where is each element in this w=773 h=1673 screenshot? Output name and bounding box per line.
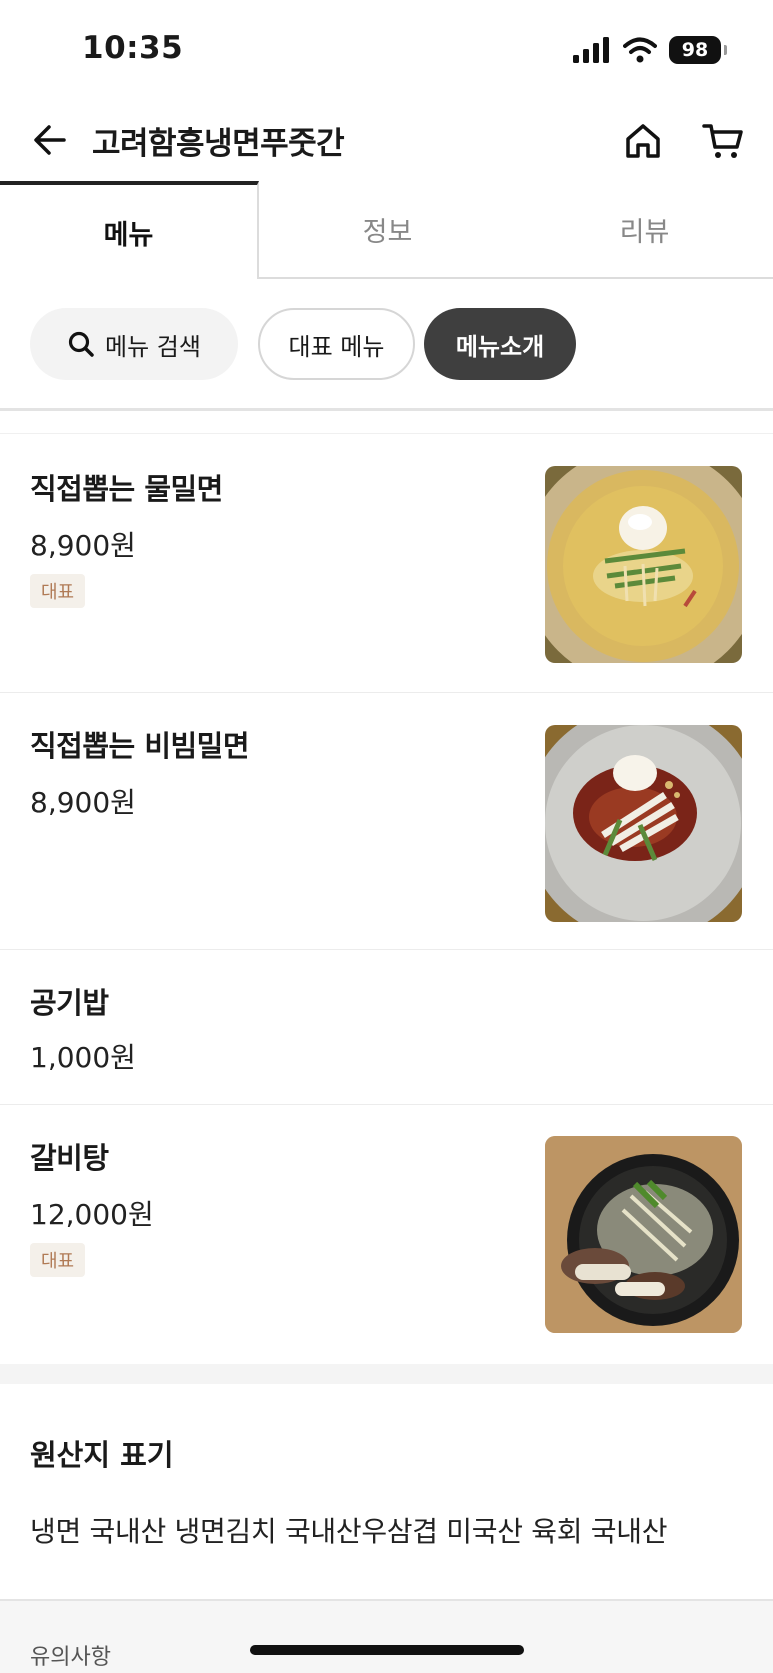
origin-text: 냉면 국내산 냉면김치 국내산우삼겹 미국산 육회 국내산: [30, 1515, 668, 1548]
menu-item-name: 직접뽑는 물밀면: [30, 472, 223, 506]
cart-button[interactable]: [698, 116, 748, 166]
menu-item[interactable]: 공기밥 1,000원: [0, 950, 773, 1105]
chip-representative-menu[interactable]: 대표 메뉴: [258, 308, 415, 380]
status-time: 10:35: [82, 30, 184, 66]
menu-item-price: 1,000원: [30, 1041, 136, 1074]
notice-label: 유의사항: [30, 1645, 111, 1670]
menu-item-name: 직접뽑는 비빔밀면: [30, 729, 250, 763]
menu-item-name: 공기밥: [30, 986, 109, 1020]
header: 고려함흥냉면푸줏간: [0, 100, 773, 180]
chip-menu-intro[interactable]: 메뉴소개: [424, 308, 576, 380]
status-bar: 10:35 98: [0, 0, 773, 100]
search-icon: [68, 331, 94, 357]
home-icon: [626, 124, 660, 158]
menu-item[interactable]: 갈비탕 12,000원 대표: [0, 1105, 773, 1364]
representative-badge: 대표: [30, 1243, 86, 1277]
tab-menu[interactable]: 메뉴: [0, 181, 259, 279]
menu-item-price: 8,900원: [30, 786, 136, 819]
menu-item-photo: [545, 1136, 742, 1333]
back-button[interactable]: [26, 116, 74, 164]
menu-item[interactable]: 직접뽑는 비빔밀면 8,900원: [0, 693, 773, 950]
home-indicator: [250, 1645, 524, 1655]
store-title: 고려함흥냉면푸줏간: [92, 126, 345, 162]
section-divider: [0, 1364, 773, 1384]
home-button[interactable]: [618, 116, 668, 166]
tab-bar: 메뉴 정보 리뷰: [0, 181, 773, 279]
representative-badge: 대표: [30, 574, 86, 608]
filter-chips: 메뉴 검색 대표 메뉴 메뉴소개: [0, 308, 773, 380]
battery-indicator: 98: [669, 36, 727, 64]
menu-item-photo: [545, 725, 742, 922]
menu-item-name: 갈비탕: [30, 1141, 109, 1175]
tab-info[interactable]: 정보: [259, 181, 516, 277]
notice-section[interactable]: 유의사항: [0, 1599, 773, 1673]
origin-title: 원산지 표기: [30, 1438, 174, 1472]
menu-search-label: 메뉴 검색: [105, 332, 201, 361]
menu-item-photo: [545, 466, 742, 663]
menu-item[interactable]: 직접뽑는 물밀면 8,900원 대표: [0, 434, 773, 693]
menu-search-button[interactable]: 메뉴 검색: [30, 308, 238, 380]
wifi-icon: [623, 37, 657, 63]
status-icons: 98: [573, 36, 727, 64]
menu-item-price: 8,900원: [30, 529, 136, 562]
menu-item-price: 12,000원: [30, 1198, 154, 1231]
chips-divider: [0, 408, 773, 411]
tab-reviews[interactable]: 리뷰: [516, 181, 773, 277]
arrow-left-icon: [34, 125, 66, 155]
cart-icon: [702, 124, 743, 158]
cellular-signal-icon: [573, 37, 609, 63]
